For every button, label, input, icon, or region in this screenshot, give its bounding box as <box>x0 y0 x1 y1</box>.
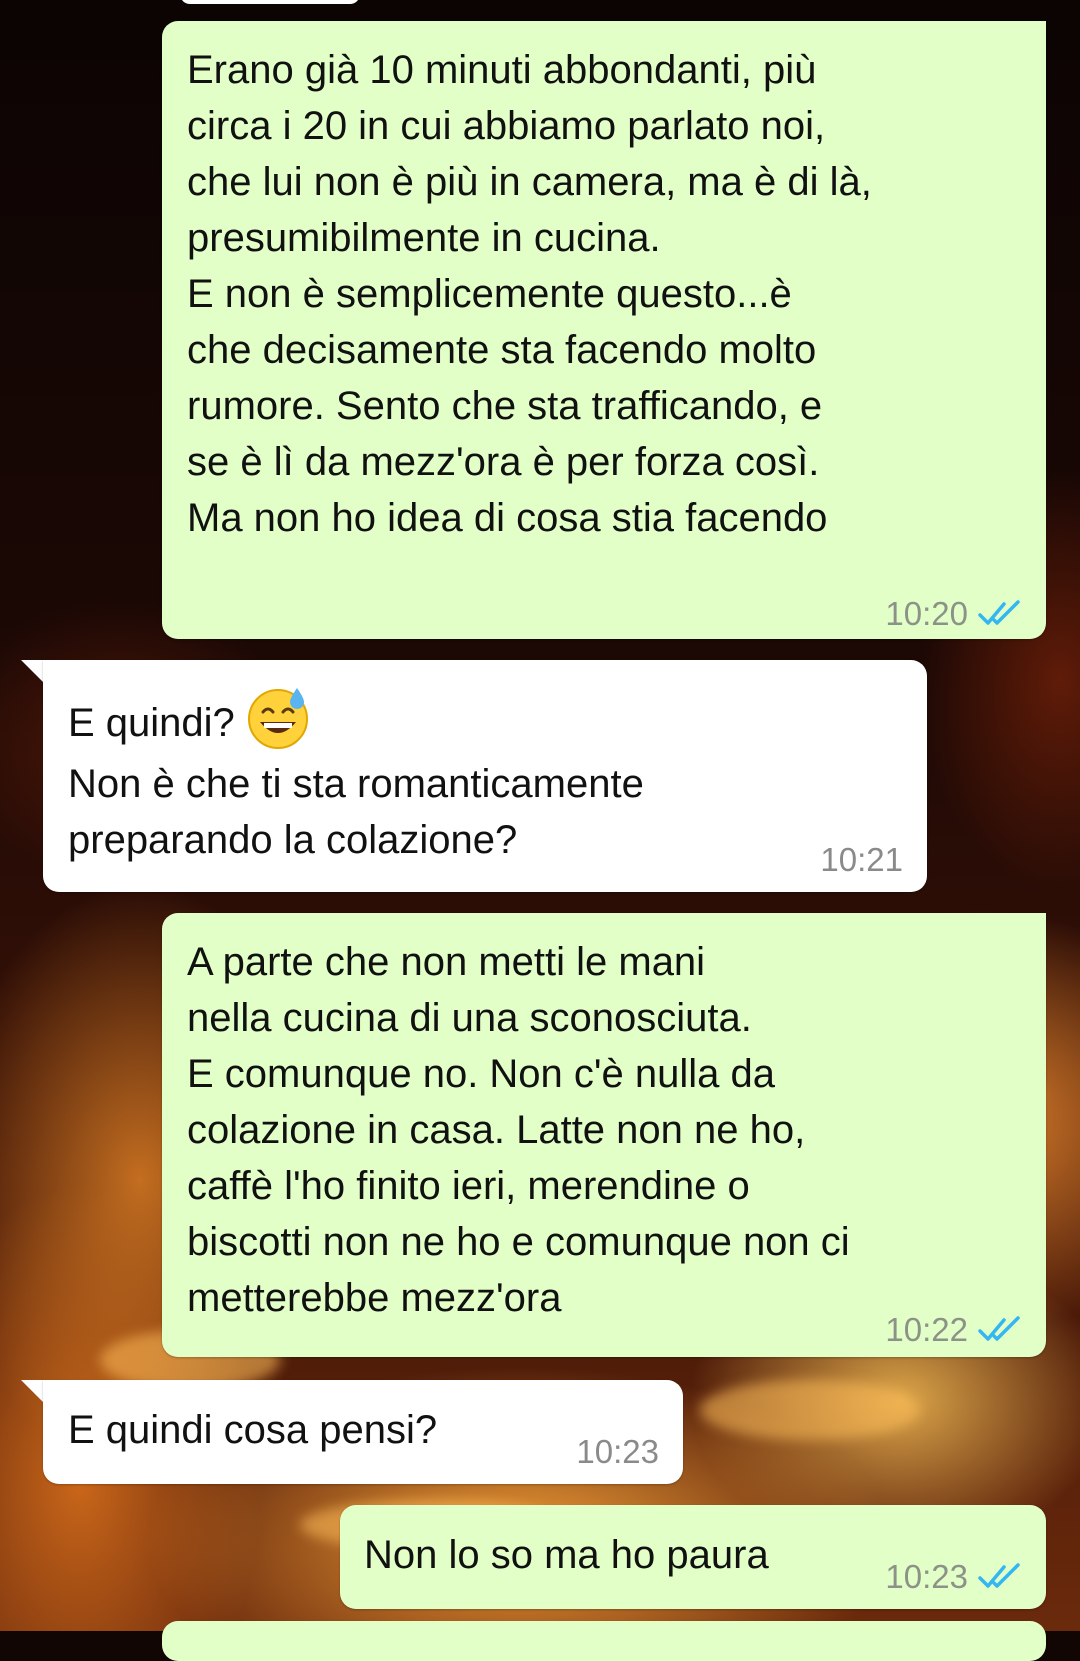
message-time: 10:21 <box>820 841 903 878</box>
message-time: 10:23 <box>885 1558 968 1595</box>
double-check-read-icon <box>978 600 1020 625</box>
message-meta: 10:23 <box>885 1549 1022 1605</box>
wallpaper-flame <box>700 1380 920 1440</box>
grinning-face-with-sweat-icon <box>247 688 308 749</box>
message-bubble-outgoing[interactable]: Erano già 10 minuti abbondanti, più circ… <box>162 21 1046 639</box>
message-meta: 10:23 <box>576 1424 659 1480</box>
message-time: 10:22 <box>885 1311 968 1348</box>
message-time: 10:23 <box>576 1433 659 1470</box>
double-check-read-icon <box>978 1316 1020 1341</box>
previous-message-fragment <box>180 0 360 4</box>
message-bubble-outgoing[interactable]: Non lo so ma ho paura 10:23 <box>340 1505 1046 1609</box>
message-bubble-outgoing[interactable]: A parte che non metti le mani nella cuci… <box>162 913 1046 1357</box>
message-bubble-incoming[interactable]: E quindi? Non è che ti sta romanticament… <box>43 660 927 892</box>
double-check-read-icon <box>978 1563 1020 1588</box>
message-text: E quindi? <box>68 684 311 751</box>
message-text-line: E quindi? <box>68 701 235 745</box>
message-text: E quindi cosa pensi? <box>68 1408 438 1452</box>
message-text: Erano già 10 minuti abbondanti, più circ… <box>187 48 872 540</box>
message-meta: 10:20 <box>885 586 1022 642</box>
message-text: A parte che non metti le mani nella cuci… <box>187 940 850 1320</box>
message-bubble-incoming[interactable]: E quindi cosa pensi? 10:23 <box>43 1380 683 1484</box>
message-meta: 10:22 <box>885 1302 1022 1358</box>
message-time: 10:20 <box>885 595 968 632</box>
next-message-fragment <box>162 1621 1046 1661</box>
message-text: Non lo so ma ho paura <box>364 1533 769 1577</box>
message-meta: 10:21 <box>820 832 903 888</box>
message-text-continued: Non è che ti sta romanticamente preparan… <box>68 762 644 862</box>
